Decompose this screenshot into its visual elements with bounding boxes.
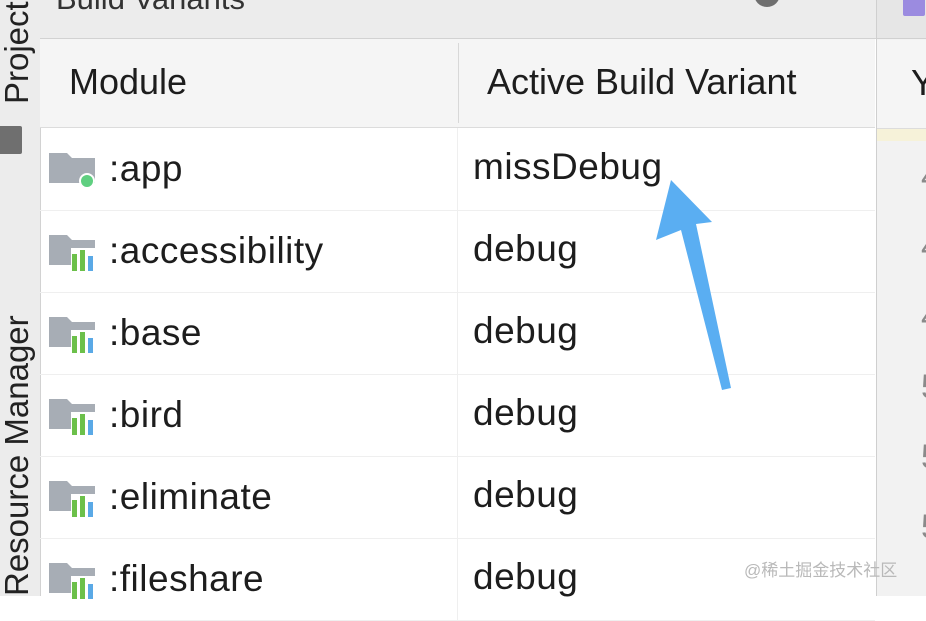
resource-manager-tool-tab[interactable]: Resource Manager bbox=[0, 315, 36, 596]
watermark: @稀土掘金技术社区 bbox=[744, 561, 898, 580]
library-module-icon bbox=[49, 481, 95, 517]
folder-icon[interactable] bbox=[0, 126, 22, 154]
build-variants-header: Build Variants bbox=[40, 0, 876, 39]
active-build-variant-value[interactable]: debug bbox=[473, 474, 578, 516]
module-name: :base bbox=[109, 312, 203, 353]
row-column-divider bbox=[457, 456, 458, 538]
row-column-divider bbox=[457, 292, 458, 374]
row-column-divider bbox=[457, 210, 458, 292]
editor-edge-strip: Y 4 4 4 5 5 5 bbox=[876, 0, 926, 596]
line-number: 4 bbox=[921, 158, 926, 197]
line-number: 4 bbox=[921, 228, 926, 267]
editor-header: Y bbox=[877, 40, 926, 129]
column-divider[interactable] bbox=[458, 43, 459, 123]
module-name: :app bbox=[109, 148, 184, 189]
module-name: :fileshare bbox=[109, 558, 265, 599]
panel-title: Build Variants bbox=[56, 0, 245, 17]
library-module-icon bbox=[49, 563, 95, 599]
annotation-arrow bbox=[656, 180, 731, 390]
active-build-variant-value[interactable]: debug bbox=[473, 392, 578, 434]
library-module-icon bbox=[49, 235, 95, 271]
active-build-variant-value[interactable]: missDebug bbox=[473, 146, 663, 188]
table-header: Module Active Build Variant bbox=[40, 39, 875, 128]
line-number: 5 bbox=[921, 438, 926, 477]
active-build-variant-value[interactable]: debug bbox=[473, 228, 578, 270]
row-column-divider bbox=[457, 538, 458, 620]
line-number: 4 bbox=[921, 298, 926, 337]
active-build-variant-value[interactable]: debug bbox=[473, 556, 578, 598]
column-header-active-build-variant[interactable]: Active Build Variant bbox=[487, 61, 796, 103]
file-tab-icon[interactable] bbox=[903, 0, 925, 16]
row-column-divider bbox=[457, 374, 458, 456]
gear-icon[interactable] bbox=[745, 0, 789, 16]
column-header-module[interactable]: Module bbox=[69, 61, 187, 103]
library-module-icon bbox=[49, 399, 95, 435]
table-row[interactable]: :eliminate debug bbox=[40, 456, 875, 539]
line-number: 5 bbox=[921, 368, 926, 407]
module-name: :accessibility bbox=[109, 230, 324, 271]
line-number: 5 bbox=[921, 508, 926, 547]
left-tool-strip: Project Resource Manager bbox=[0, 0, 41, 596]
project-tool-tab[interactable]: Project bbox=[0, 1, 36, 104]
module-name: :eliminate bbox=[109, 476, 273, 517]
app-module-icon bbox=[49, 153, 95, 189]
editor-header-fragment: Y bbox=[911, 62, 926, 103]
editor-tab-bar bbox=[877, 0, 926, 39]
module-name: :bird bbox=[109, 394, 184, 435]
row-column-divider bbox=[457, 128, 458, 210]
library-module-icon bbox=[49, 317, 95, 353]
active-build-variant-value[interactable]: debug bbox=[473, 310, 578, 352]
highlight-band bbox=[877, 129, 926, 141]
